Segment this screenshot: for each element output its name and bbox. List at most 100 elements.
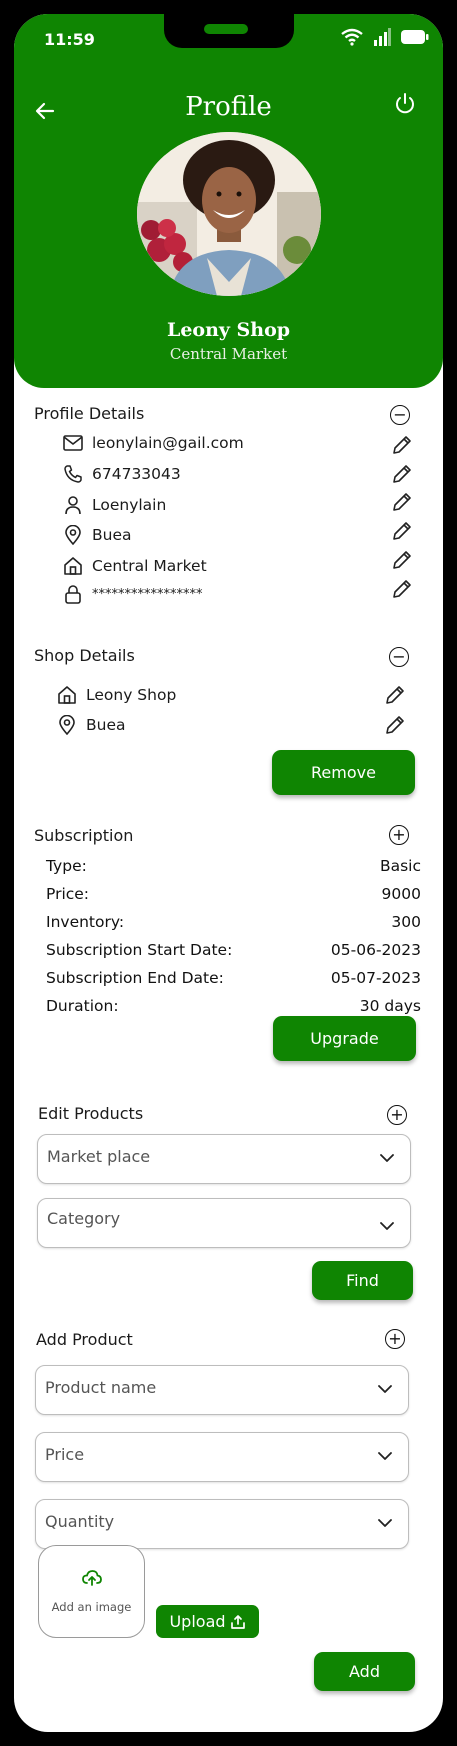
upgrade-button[interactable]: Upgrade	[273, 1016, 416, 1061]
subscription-price-value: 9000	[381, 885, 421, 903]
home-icon	[56, 684, 78, 706]
cloud-upload-icon	[82, 1570, 102, 1590]
shop-market: Central Market	[169, 345, 288, 363]
profile-header: 11:59 Profile Leony Shop Central Market	[14, 14, 443, 388]
notch-pill	[204, 24, 248, 34]
subscription-start-row: Subscription Start Date: 05-06-2023	[46, 941, 421, 959]
price-placeholder: Price	[45, 1445, 85, 1464]
shop-details-title: Shop Details	[34, 646, 135, 665]
signal-icon	[373, 28, 391, 50]
quantity-placeholder: Quantity	[45, 1512, 115, 1531]
shop-name: Leony Shop	[166, 319, 291, 341]
category-select[interactable]: Category	[37, 1198, 411, 1248]
chevron-down-icon	[378, 1217, 396, 1239]
add-button[interactable]: Add	[314, 1652, 415, 1691]
chevron-down-icon	[376, 1447, 394, 1469]
location-pin-icon	[62, 524, 84, 546]
subscription-duration-value: 30 days	[359, 997, 421, 1015]
subscription-end-value: 05-07-2023	[330, 969, 421, 987]
profile-email-row: leonylain@gail.com	[62, 432, 244, 454]
add-product-title: Add Product	[36, 1330, 133, 1349]
profile-phone-row: 674733043	[62, 463, 181, 485]
profile-email: leonylain@gail.com	[92, 434, 244, 452]
quantity-select[interactable]: Quantity	[35, 1499, 409, 1549]
expand-edit-products-icon[interactable]: +	[387, 1105, 407, 1125]
upload-icon	[230, 1614, 246, 1630]
shop-name-row: Leony Shop	[56, 684, 176, 706]
subscription-inventory-label: Inventory:	[46, 913, 125, 931]
home-icon	[62, 555, 84, 577]
mail-icon	[62, 432, 84, 454]
edit-shop-name-pencil-icon[interactable]	[384, 684, 406, 706]
subscription-start-label: Subscription Start Date:	[46, 941, 233, 959]
upload-button[interactable]: Upload	[156, 1605, 259, 1638]
expand-subscription-icon[interactable]: +	[389, 825, 409, 845]
phone-frame: 11:59 Profile Leony Shop Central Market …	[0, 0, 457, 1746]
subscription-inventory-row: Inventory: 300	[46, 913, 421, 931]
subscription-duration-label: Duration:	[46, 997, 119, 1015]
profile-details-title: Profile Details	[34, 404, 145, 423]
profile-market: Central Market	[92, 557, 207, 575]
screen: 11:59 Profile Leony Shop Central Market …	[14, 14, 443, 1732]
edit-shop-city-pencil-icon[interactable]	[384, 714, 406, 736]
shop-location-row: Buea	[56, 714, 126, 736]
remove-button[interactable]: Remove	[272, 750, 415, 795]
phone-icon	[62, 463, 84, 485]
market-place-select[interactable]: Market place	[37, 1134, 411, 1184]
edit-email-pencil-icon[interactable]	[391, 434, 413, 456]
avatar[interactable]	[137, 132, 321, 296]
collapse-profile-icon[interactable]: −	[390, 405, 410, 425]
category-placeholder: Category	[47, 1209, 121, 1228]
location-pin-icon	[56, 714, 78, 736]
profile-password: *****************	[92, 586, 203, 602]
user-icon	[62, 494, 84, 516]
profile-username-row: Loenylain	[62, 494, 166, 516]
subscription-price-label: Price:	[46, 885, 90, 903]
profile-location-row: Buea	[62, 524, 132, 546]
wifi-icon	[341, 28, 363, 50]
subscription-type-row: Type: Basic	[46, 857, 421, 875]
shop-detail-city: Buea	[86, 716, 126, 734]
add-image-label: Add an image	[51, 1600, 132, 1614]
subscription-inventory-value: 300	[391, 913, 421, 931]
shop-detail-name: Leony Shop	[86, 686, 177, 704]
status-icons	[341, 28, 429, 50]
chevron-down-icon	[378, 1149, 396, 1171]
power-icon[interactable]	[393, 92, 417, 120]
chevron-down-icon	[376, 1514, 394, 1536]
edit-username-pencil-icon[interactable]	[391, 491, 413, 513]
collapse-shop-icon[interactable]: −	[389, 647, 409, 667]
subscription-duration-row: Duration: 30 days	[46, 997, 421, 1015]
edit-products-title: Edit Products	[38, 1104, 144, 1123]
profile-market-row: Central Market	[62, 555, 207, 577]
status-time: 11:59	[44, 30, 95, 49]
notch	[164, 14, 294, 48]
chevron-down-icon	[376, 1380, 394, 1402]
expand-add-product-icon[interactable]: +	[385, 1329, 405, 1349]
subscription-end-row: Subscription End Date: 05-07-2023	[46, 969, 421, 987]
edit-phone-pencil-icon[interactable]	[391, 463, 413, 485]
subscription-type-label: Type:	[46, 857, 87, 875]
subscription-end-label: Subscription End Date:	[46, 969, 224, 987]
edit-password-pencil-icon[interactable]	[391, 578, 413, 600]
edit-city-pencil-icon[interactable]	[391, 520, 413, 542]
lock-icon	[62, 583, 84, 605]
price-select[interactable]: Price	[35, 1432, 409, 1482]
upload-button-label: Upload	[169, 1612, 226, 1631]
profile-password-row: *****************	[62, 583, 203, 605]
profile-username: Loenylain	[92, 496, 167, 514]
edit-market-pencil-icon[interactable]	[391, 549, 413, 571]
battery-icon	[401, 29, 429, 49]
subscription-title: Subscription	[34, 826, 134, 845]
market-place-placeholder: Market place	[47, 1147, 151, 1166]
page-title: Profile	[185, 92, 272, 122]
profile-city: Buea	[92, 526, 132, 544]
subscription-price-row: Price: 9000	[46, 885, 421, 903]
subscription-type-value: Basic	[379, 857, 421, 875]
profile-phone: 674733043	[92, 465, 181, 483]
add-image-box[interactable]: Add an image	[38, 1545, 145, 1638]
find-button[interactable]: Find	[312, 1261, 413, 1300]
subscription-start-value: 05-06-2023	[330, 941, 421, 959]
product-name-select[interactable]: Product name	[35, 1365, 409, 1415]
product-name-placeholder: Product name	[45, 1378, 157, 1397]
